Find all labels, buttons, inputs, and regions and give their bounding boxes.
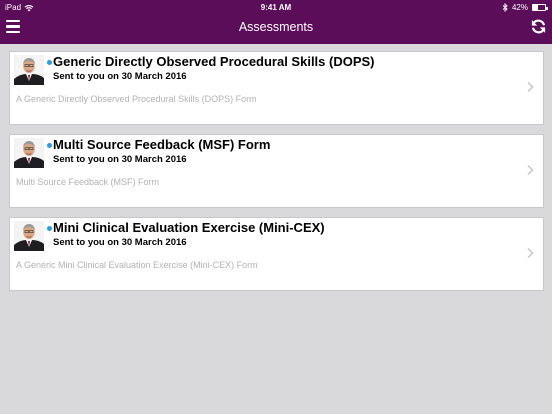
- unread-indicator: [47, 60, 52, 65]
- navigation-bar: iPad 9:41 AM 42% Assessments: [0, 0, 552, 44]
- assessment-sent-date: Sent to you on 30 March 2016: [53, 71, 187, 82]
- page-title: Assessments: [238, 20, 314, 34]
- chevron-right-icon: [527, 164, 534, 176]
- battery-percent: 42%: [511, 3, 528, 12]
- battery-icon: [532, 4, 548, 11]
- assessment-description: A Generic Mini Clinical Evaluation Exerc…: [16, 260, 258, 270]
- battery-level: [533, 5, 539, 10]
- assessment-card[interactable]: Mini Clinical Evaluation Exercise (Mini-…: [9, 217, 544, 291]
- chevron-right-icon: [527, 81, 534, 93]
- assessment-description: Multi Source Feedback (MSF) Form: [16, 177, 160, 187]
- status-time: 9:41 AM: [260, 3, 292, 12]
- unread-indicator: [47, 143, 52, 148]
- assessment-title: Multi Source Feedback (MSF) Form: [53, 137, 271, 152]
- chevron-right-icon: [527, 247, 534, 259]
- assessment-card[interactable]: Generic Directly Observed Procedural Ski…: [9, 51, 544, 125]
- assessment-description: A Generic Directly Observed Procedural S…: [16, 94, 257, 104]
- assessment-card[interactable]: Multi Source Feedback (MSF) Form Sent to…: [9, 134, 544, 208]
- bluetooth-icon: [502, 3, 508, 12]
- unread-indicator: [47, 226, 52, 231]
- avatar: [14, 55, 44, 85]
- assessment-sent-date: Sent to you on 30 March 2016: [53, 154, 187, 165]
- assessment-sent-date: Sent to you on 30 March 2016: [53, 237, 187, 248]
- refresh-icon[interactable]: [530, 18, 547, 35]
- status-bar: iPad 9:41 AM 42%: [0, 0, 552, 15]
- assessment-title: Generic Directly Observed Procedural Ski…: [53, 54, 375, 69]
- avatar: [14, 138, 44, 168]
- avatar: [14, 221, 44, 251]
- assessment-title: Mini Clinical Evaluation Exercise (Mini-…: [53, 220, 325, 235]
